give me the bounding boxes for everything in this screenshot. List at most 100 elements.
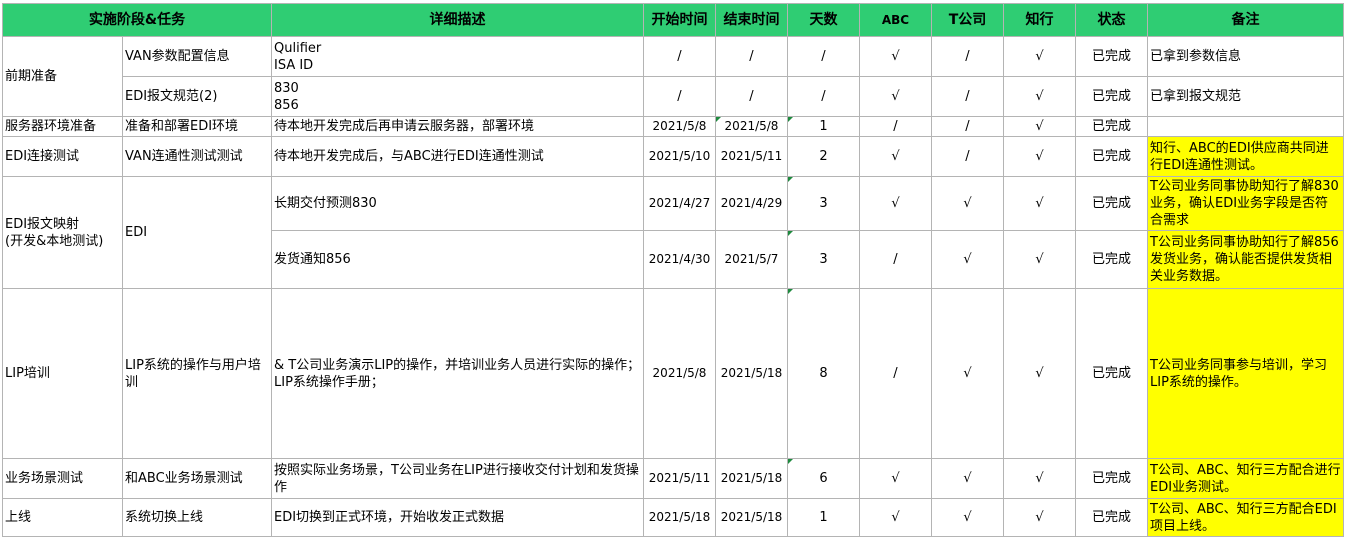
desc-cell[interactable]: 待本地开发完成后再申请云服务器，部署环境 (271, 116, 644, 137)
status-cell[interactable]: 已完成 (1075, 136, 1148, 177)
start-cell[interactable]: 2021/5/11 (643, 458, 716, 499)
phase-cell[interactable]: EDI报文映射 (开发&本地测试) (2, 176, 123, 289)
task-cell[interactable]: VAN参数配置信息 (122, 36, 272, 77)
end-cell[interactable]: / (715, 36, 788, 77)
note-cell[interactable]: T公司、ABC、知行三方配合进行EDI业务测试。 (1147, 458, 1344, 499)
desc-cell[interactable]: EDI切换到正式环境，开始收发正式数据 (271, 498, 644, 537)
tco-cell[interactable]: / (931, 136, 1004, 177)
note-cell[interactable]: T公司业务同事参与培训，学习LIP系统的操作。 (1147, 288, 1344, 459)
note-cell[interactable]: 已拿到报文规范 (1147, 76, 1344, 117)
end-cell[interactable]: 2021/5/7 (715, 230, 788, 289)
tco-cell[interactable]: / (931, 36, 1004, 77)
header-days[interactable]: 天数 (787, 3, 860, 37)
note-cell[interactable]: 知行、ABC的EDI供应商共同进行EDI连通性测试。 (1147, 136, 1344, 177)
end-cell[interactable]: 2021/5/8 (715, 116, 788, 137)
zx-cell[interactable]: √ (1003, 176, 1076, 231)
days-cell[interactable]: 1 (787, 498, 860, 537)
abc-cell[interactable]: / (859, 230, 932, 289)
tco-cell[interactable]: / (931, 76, 1004, 117)
note-cell[interactable]: T公司、ABC、知行三方配合EDI项目上线。 (1147, 498, 1344, 537)
desc-cell[interactable]: 按照实际业务场景，T公司业务在LIP进行接收交付计划和发货操作 (271, 458, 644, 499)
tco-cell[interactable]: / (931, 116, 1004, 137)
tco-cell[interactable]: √ (931, 288, 1004, 459)
end-cell[interactable]: / (715, 76, 788, 117)
task-cell[interactable]: 系统切换上线 (122, 498, 272, 537)
header-phase[interactable]: 实施阶段&任务 (2, 3, 272, 37)
header-abc[interactable]: ABC (859, 3, 932, 37)
phase-cell[interactable]: EDI连接测试 (2, 136, 123, 177)
desc-cell[interactable]: 长期交付预测830 (271, 176, 644, 231)
days-cell[interactable]: 1 (787, 116, 860, 137)
end-cell[interactable]: 2021/5/18 (715, 458, 788, 499)
abc-cell[interactable]: / (859, 116, 932, 137)
days-cell[interactable]: 3 (787, 230, 860, 289)
start-cell[interactable]: 2021/4/27 (643, 176, 716, 231)
start-cell[interactable]: 2021/4/30 (643, 230, 716, 289)
header-desc[interactable]: 详细描述 (271, 3, 644, 37)
desc-cell[interactable]: 发货通知856 (271, 230, 644, 289)
abc-cell[interactable]: √ (859, 458, 932, 499)
status-cell[interactable]: 已完成 (1075, 230, 1148, 289)
header-end[interactable]: 结束时间 (715, 3, 788, 37)
days-cell[interactable]: 6 (787, 458, 860, 499)
header-start[interactable]: 开始时间 (643, 3, 716, 37)
tco-cell[interactable]: √ (931, 230, 1004, 289)
days-cell[interactable]: 3 (787, 176, 860, 231)
tco-cell[interactable]: √ (931, 176, 1004, 231)
abc-cell[interactable]: √ (859, 76, 932, 117)
abc-cell[interactable]: √ (859, 176, 932, 231)
start-cell[interactable]: 2021/5/18 (643, 498, 716, 537)
header-note[interactable]: 备注 (1147, 3, 1344, 37)
abc-cell[interactable]: √ (859, 136, 932, 177)
zx-cell[interactable]: √ (1003, 36, 1076, 77)
end-cell[interactable]: 2021/4/29 (715, 176, 788, 231)
zx-cell[interactable]: √ (1003, 116, 1076, 137)
task-cell[interactable]: LIP系统的操作与用户培训 (122, 288, 272, 459)
zx-cell[interactable]: √ (1003, 458, 1076, 499)
desc-cell[interactable]: & T公司业务演示LIP的操作，并培训业务人员进行实际的操作； LIP系统操作手… (271, 288, 644, 459)
end-cell[interactable]: 2021/5/11 (715, 136, 788, 177)
header-status[interactable]: 状态 (1075, 3, 1148, 37)
task-cell[interactable]: 准备和部署EDI环境 (122, 116, 272, 137)
zx-cell[interactable]: √ (1003, 136, 1076, 177)
phase-cell[interactable]: LIP培训 (2, 288, 123, 459)
days-cell[interactable]: / (787, 76, 860, 117)
status-cell[interactable]: 已完成 (1075, 116, 1148, 137)
status-cell[interactable]: 已完成 (1075, 176, 1148, 231)
start-cell[interactable]: / (643, 36, 716, 77)
days-cell[interactable]: 2 (787, 136, 860, 177)
zx-cell[interactable]: √ (1003, 76, 1076, 117)
task-cell[interactable]: EDI报文规范(2) (122, 76, 272, 117)
phase-cell[interactable]: 前期准备 (2, 36, 123, 117)
status-cell[interactable]: 已完成 (1075, 76, 1148, 117)
status-cell[interactable]: 已完成 (1075, 498, 1148, 537)
task-cell[interactable]: 和ABC业务场景测试 (122, 458, 272, 499)
tco-cell[interactable]: √ (931, 498, 1004, 537)
desc-cell[interactable]: 待本地开发完成后，与ABC进行EDI连通性测试 (271, 136, 644, 177)
status-cell[interactable]: 已完成 (1075, 288, 1148, 459)
zx-cell[interactable]: √ (1003, 498, 1076, 537)
desc-cell[interactable]: 830 856 (271, 76, 644, 117)
phase-cell[interactable]: 服务器环境准备 (2, 116, 123, 137)
end-cell[interactable]: 2021/5/18 (715, 498, 788, 537)
phase-cell[interactable]: 上线 (2, 498, 123, 537)
header-tco[interactable]: T公司 (931, 3, 1004, 37)
note-cell[interactable] (1147, 116, 1344, 137)
start-cell[interactable]: 2021/5/8 (643, 288, 716, 459)
days-cell[interactable]: / (787, 36, 860, 77)
days-cell[interactable]: 8 (787, 288, 860, 459)
status-cell[interactable]: 已完成 (1075, 458, 1148, 499)
task-cell[interactable]: VAN连通性测试测试 (122, 136, 272, 177)
end-cell[interactable]: 2021/5/18 (715, 288, 788, 459)
zx-cell[interactable]: √ (1003, 288, 1076, 459)
note-cell[interactable]: T公司业务同事协助知行了解830业务，确认EDI业务字段是否符合需求 (1147, 176, 1344, 231)
abc-cell[interactable]: √ (859, 36, 932, 77)
phase-cell[interactable]: 业务场景测试 (2, 458, 123, 499)
task-cell[interactable]: EDI (122, 176, 272, 289)
zx-cell[interactable]: √ (1003, 230, 1076, 289)
tco-cell[interactable]: √ (931, 458, 1004, 499)
desc-cell[interactable]: Qulifier ISA ID (271, 36, 644, 77)
status-cell[interactable]: 已完成 (1075, 36, 1148, 77)
note-cell[interactable]: 已拿到参数信息 (1147, 36, 1344, 77)
start-cell[interactable]: 2021/5/8 (643, 116, 716, 137)
